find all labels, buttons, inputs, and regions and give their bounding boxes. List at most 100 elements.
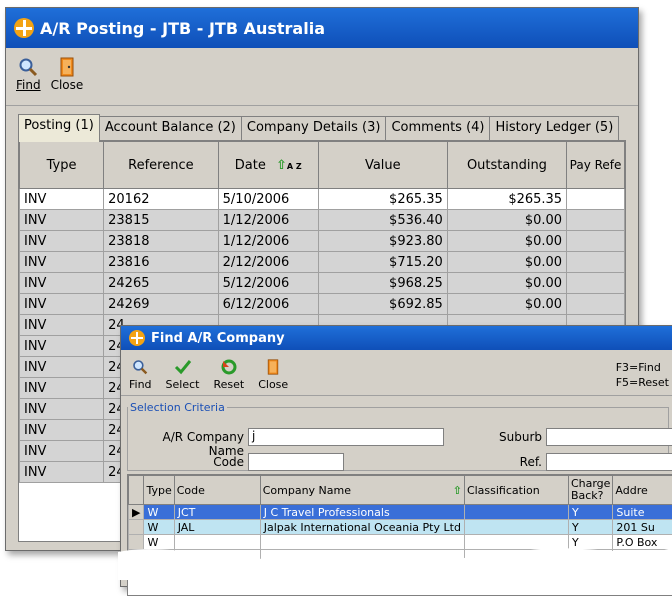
cell-date: 1/12/2006: [218, 231, 318, 252]
col-date-header[interactable]: Date ⇧A Z: [218, 142, 318, 189]
tab-posting[interactable]: Posting (1): [18, 114, 100, 142]
window-title: A/R Posting - JTB - JTB Australia: [40, 19, 325, 38]
list-item[interactable]: WJALJalpak International Oceania Pty Ltd…: [129, 520, 672, 535]
find-button[interactable]: Find: [16, 56, 41, 92]
cell-type: INV: [20, 420, 104, 441]
cell-classification: [464, 520, 568, 535]
col-value-header[interactable]: Value: [318, 142, 447, 189]
cell-type: W: [144, 520, 174, 535]
cell-classification: [464, 505, 568, 520]
cell-type: INV: [20, 294, 104, 315]
cell-outstanding: $0.00: [447, 231, 566, 252]
list-item[interactable]: ▶WJCTJ C Travel ProfessionalsYSuite: [129, 505, 672, 520]
cell-pay-reference: [567, 189, 625, 210]
main-toolbar: Find Close: [6, 48, 638, 106]
col-company-name-header[interactable]: Company Name ⇧: [260, 476, 464, 505]
code-label: Code: [130, 455, 244, 469]
company-name-input[interactable]: j: [248, 428, 444, 446]
sort-asc-icon: ⇧A Z: [276, 158, 302, 173]
cell-outstanding: $0.00: [447, 210, 566, 231]
cell-code: JAL: [174, 520, 260, 535]
cell-type: INV: [20, 315, 104, 336]
cell-pay-reference: [567, 231, 625, 252]
ref-input[interactable]: [546, 453, 672, 471]
ref-label: Ref.: [468, 455, 542, 469]
cell-type: INV: [20, 189, 104, 210]
cell-type: INV: [20, 399, 104, 420]
app-logo-icon: [14, 18, 34, 38]
cell-pay-reference: [567, 273, 625, 294]
tab-comments[interactable]: Comments (4): [385, 116, 490, 140]
find-button-label: Find: [16, 78, 41, 92]
cell-type: INV: [20, 252, 104, 273]
table-row[interactable]: INV242655/12/2006$968.25$0.00: [20, 273, 625, 294]
tab-history-ledger[interactable]: History Ledger (5): [489, 116, 619, 140]
cell-reference: 23818: [104, 231, 219, 252]
col-classification-header[interactable]: Classification: [464, 476, 568, 505]
reset-button[interactable]: Reset: [213, 356, 244, 391]
cell-type: INV: [20, 231, 104, 252]
cell-type: INV: [20, 441, 104, 462]
cell-code: JCT: [174, 505, 260, 520]
table-row[interactable]: INV201625/10/2006$265.35$265.35: [20, 189, 625, 210]
magnifier-icon: [18, 56, 38, 78]
cell-outstanding: $0.00: [447, 252, 566, 273]
sort-asc-icon: ⇧: [453, 484, 462, 497]
cell-reference: 23815: [104, 210, 219, 231]
find-close-button[interactable]: Close: [258, 356, 288, 391]
cell-pay-reference: [567, 210, 625, 231]
col-charge-back-header[interactable]: Charge Back?: [568, 476, 612, 505]
cell-date: 2/12/2006: [218, 252, 318, 273]
col-type-header[interactable]: Type: [144, 476, 174, 505]
col-address-header[interactable]: Addre: [613, 476, 672, 505]
cell-company-name: J C Travel Professionals: [260, 505, 464, 520]
cell-type: INV: [20, 273, 104, 294]
cell-value: $692.85: [318, 294, 447, 315]
select-button[interactable]: Select: [166, 356, 200, 391]
f5-hint: F5=Reset: [616, 375, 669, 390]
door-icon: [267, 356, 279, 378]
checkmark-icon: [174, 356, 192, 378]
select-label: Select: [166, 378, 200, 391]
tab-strip: Posting (1) Account Balance (2) Company …: [18, 116, 618, 140]
cell-company-name: Jalpak International Oceania Pty Ltd: [260, 520, 464, 535]
close-button[interactable]: Close: [51, 56, 84, 92]
find-toolbar: Find Select Reset Close: [121, 350, 672, 396]
company-name-label: A/R Company Name: [130, 430, 244, 458]
find-titlebar: Find A/R Company: [121, 326, 672, 350]
cell-date: 5/10/2006: [218, 189, 318, 210]
cell-date: 5/12/2006: [218, 273, 318, 294]
col-reference-header[interactable]: Reference: [104, 142, 219, 189]
door-icon: [60, 56, 74, 78]
find-search-button[interactable]: Find: [129, 356, 152, 391]
code-input[interactable]: [248, 453, 344, 471]
ar-posting-titlebar: A/R Posting - JTB - JTB Australia: [6, 8, 638, 48]
table-row[interactable]: INV238151/12/2006$536.40$0.00: [20, 210, 625, 231]
table-row[interactable]: INV242696/12/2006$692.85$0.00: [20, 294, 625, 315]
table-row[interactable]: INV238162/12/2006$715.20$0.00: [20, 252, 625, 273]
reset-label: Reset: [213, 378, 244, 391]
col-code-header[interactable]: Code: [174, 476, 260, 505]
cell-type: INV: [20, 210, 104, 231]
suburb-label: Suburb: [468, 430, 542, 444]
col-pay-reference-header[interactable]: Pay Refe: [567, 142, 625, 189]
cell-date: 1/12/2006: [218, 210, 318, 231]
cell-address: Suite: [613, 505, 672, 520]
col-outstanding-header[interactable]: Outstanding: [447, 142, 566, 189]
f3-hint: F3=Find: [616, 360, 669, 375]
torn-edge-decoration: [118, 540, 672, 580]
cell-type: INV: [20, 462, 104, 483]
tab-account-balance[interactable]: Account Balance (2): [99, 116, 242, 140]
cell-date: 6/12/2006: [218, 294, 318, 315]
suburb-input[interactable]: [546, 428, 672, 446]
tab-company-details[interactable]: Company Details (3): [241, 116, 387, 140]
table-row[interactable]: INV238181/12/2006$923.80$0.00: [20, 231, 625, 252]
find-close-label: Close: [258, 378, 288, 391]
cell-value: $715.20: [318, 252, 447, 273]
cell-outstanding: $265.35: [447, 189, 566, 210]
current-row-arrow-icon: ▶: [129, 505, 144, 520]
cell-charge-back: Y: [568, 505, 612, 520]
row-indicator: [129, 520, 144, 535]
cell-reference: 23816: [104, 252, 219, 273]
col-type-header[interactable]: Type: [20, 142, 104, 189]
